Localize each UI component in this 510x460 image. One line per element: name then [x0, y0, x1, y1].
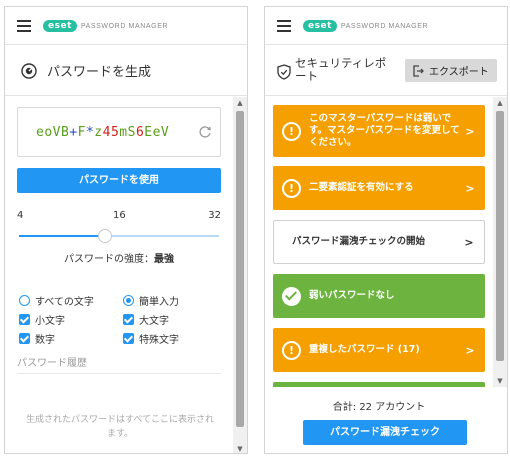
card-text: 重複したパスワード (17): [309, 344, 420, 355]
refresh-icon[interactable]: [198, 125, 212, 139]
generated-password-box[interactable]: eoVB+F*z45mS6EeV: [17, 107, 221, 157]
scrollbar[interactable]: ▲ ▼: [493, 97, 507, 387]
uppercase-checkbox[interactable]: 大文字: [123, 312, 169, 327]
lowercase-checkbox[interactable]: 小文字: [19, 312, 65, 327]
password-strength: パスワードの強度：最強: [5, 250, 233, 265]
password-char: +: [69, 124, 78, 140]
security-report-panel: eset PASSWORD MANAGER セキュリティレポート エクスポート …: [264, 6, 508, 454]
history-empty-message: 生成されたパスワードはすべてここに表示されます。: [25, 415, 214, 439]
app-header: eset PASSWORD MANAGER: [5, 7, 247, 45]
check-circle-icon: [282, 286, 301, 306]
checkbox-checked-icon: [123, 332, 134, 344]
lowercase-label: 小文字: [35, 315, 65, 327]
chevron-right-icon: >: [465, 343, 475, 357]
brand: eset PASSWORD MANAGER: [43, 19, 168, 33]
password-char: o: [44, 124, 53, 140]
duplicate-passwords-card[interactable]: ! 重複したパスワード (17) >: [273, 328, 485, 372]
special-characters-checkbox[interactable]: 特殊文字: [123, 331, 179, 346]
warning-icon: !: [282, 121, 301, 141]
password-char: V: [52, 124, 61, 140]
brand-name: PASSWORD MANAGER: [80, 22, 169, 30]
generator-content: eoVB+F*z45mS6EeV パスワードを使用 4 16 32 パスワードの…: [5, 97, 233, 453]
brand: eset PASSWORD MANAGER: [303, 19, 428, 33]
card-text: 弱いパスワードなし: [309, 290, 395, 301]
scrollbar-thumb[interactable]: [496, 111, 504, 361]
password-char: S: [127, 124, 136, 140]
account-total: 合計: 22 アカウント: [332, 402, 426, 413]
easy-input-radio[interactable]: 簡単入力: [123, 293, 179, 308]
password-char: F: [77, 124, 86, 140]
checkbox-checked-icon: [19, 313, 30, 325]
eset-logo: eset: [43, 20, 77, 32]
numbers-checkbox[interactable]: 数字: [19, 331, 55, 346]
numbers-label: 数字: [35, 334, 55, 346]
history-title: パスワード履歴: [17, 358, 87, 369]
password-char: V: [160, 124, 170, 140]
two-factor-card[interactable]: ! 二要素認証を有効にする >: [273, 166, 485, 210]
all-characters-radio[interactable]: すべての文字: [19, 293, 94, 308]
length-slider-handle[interactable]: [97, 229, 112, 243]
length-min-label: 4: [17, 210, 24, 221]
warning-icon: !: [282, 340, 301, 360]
scroll-up-icon[interactable]: ▲: [233, 97, 247, 109]
password-char: z: [94, 124, 103, 140]
card-text: 二要素認証を有効にする: [309, 182, 414, 193]
generated-password: eoVB+F*z45mS6EeV: [36, 125, 169, 140]
all-characters-label: すべての文字: [35, 296, 94, 308]
chevron-right-icon: >: [465, 124, 475, 138]
divider: [17, 373, 221, 374]
password-breach-check-button[interactable]: パスワード漏洩チェック: [303, 420, 467, 445]
radio-on-icon: [123, 294, 134, 306]
length-labels: 4 16 32: [17, 210, 221, 224]
export-label: エクスポート: [429, 67, 489, 78]
export-icon: [413, 64, 424, 77]
shield-check-icon: [277, 64, 291, 80]
page-title: セキュリティレポート: [295, 56, 387, 83]
password-generator-panel: eset PASSWORD MANAGER パスワードを生成 eoVB+F*z4…: [4, 6, 248, 454]
use-password-button[interactable]: パスワードを使用: [17, 168, 221, 193]
app-header: eset PASSWORD MANAGER: [265, 7, 507, 45]
scrollbar-thumb[interactable]: [236, 111, 244, 427]
scroll-down-icon[interactable]: ▼: [493, 375, 507, 387]
password-char: m: [119, 124, 128, 140]
card-text: このマスターパスワードは弱いです。マスターパスワードを変更してください。: [309, 113, 460, 148]
hamburger-menu-icon[interactable]: [277, 20, 291, 32]
export-button[interactable]: エクスポート: [405, 59, 497, 82]
length-value-label: 16: [113, 210, 126, 221]
master-password-weak-card[interactable]: ! このマスターパスワードは弱いです。マスターパスワードを変更してください。 >: [273, 105, 485, 157]
scroll-down-icon[interactable]: ▼: [233, 443, 247, 453]
scrollbar[interactable]: ▲ ▼: [233, 97, 247, 453]
checkbox-checked-icon: [19, 332, 30, 344]
strength-value: 最強: [154, 254, 174, 265]
report-card-partial[interactable]: [273, 382, 485, 387]
no-weak-passwords-card[interactable]: 弱いパスワードなし: [273, 274, 485, 318]
report-list: ! このマスターパスワードは弱いです。マスターパスワードを変更してください。 >…: [265, 97, 493, 387]
card-text: パスワード漏洩チェックの開始: [292, 236, 426, 247]
breach-check-start-card[interactable]: パスワード漏洩チェックの開始 >: [273, 220, 485, 264]
chevron-right-icon: >: [465, 181, 475, 195]
strength-label: パスワードの強度：: [64, 254, 154, 265]
page-title: パスワードを生成: [47, 65, 152, 80]
length-max-label: 32: [208, 210, 221, 221]
chevron-right-icon: >: [464, 235, 474, 249]
length-slider-fill: [19, 235, 105, 237]
page-title-bar: パスワードを生成: [5, 46, 247, 96]
uppercase-label: 大文字: [139, 315, 169, 327]
scroll-up-icon[interactable]: ▲: [493, 97, 507, 109]
special-characters-label: 特殊文字: [139, 334, 179, 346]
checkbox-checked-icon: [123, 313, 134, 325]
eset-logo: eset: [303, 20, 337, 32]
warning-icon: !: [282, 178, 301, 198]
dial-icon: [21, 62, 37, 79]
password-char: 4: [102, 124, 111, 140]
hamburger-menu-icon[interactable]: [17, 20, 31, 32]
easy-input-label: 簡単入力: [139, 296, 179, 308]
length-slider-track[interactable]: [19, 235, 219, 237]
password-char: E: [144, 124, 153, 140]
page-title-bar: セキュリティレポート エクスポート: [265, 46, 507, 96]
brand-name: PASSWORD MANAGER: [340, 22, 429, 30]
radio-off-icon: [19, 294, 30, 306]
password-char: e: [152, 124, 161, 140]
